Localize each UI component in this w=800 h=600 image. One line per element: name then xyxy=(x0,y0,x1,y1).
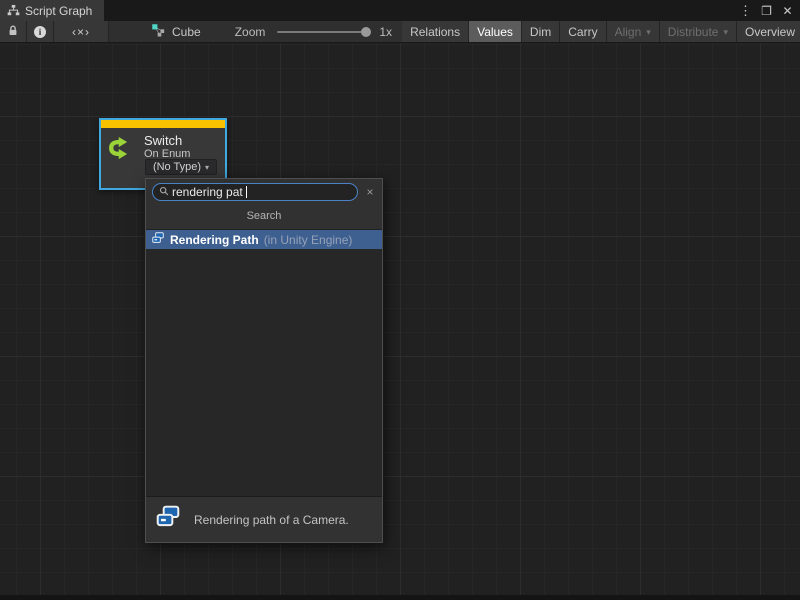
dim-label: Dim xyxy=(530,25,551,39)
search-icon xyxy=(159,183,169,201)
values-label: Values xyxy=(477,25,513,39)
graph-node-icon xyxy=(151,23,166,41)
graph-context: Cube xyxy=(141,21,211,42)
values-button[interactable]: Values xyxy=(469,21,522,42)
relations-label: Relations xyxy=(410,25,460,39)
search-result-row[interactable]: Rendering Path (in Unity Engine) xyxy=(146,230,382,249)
search-section-header: Search xyxy=(146,204,382,229)
graph-toolbar: i ‹×› Cube Zoom 1x xyxy=(0,21,800,43)
tab-script-graph[interactable]: Script Graph xyxy=(0,0,104,21)
lock-button[interactable] xyxy=(0,21,27,42)
zoom-slider-thumb[interactable] xyxy=(361,27,371,37)
search-query-text: rendering pat xyxy=(172,185,243,199)
result-name: Rendering Path xyxy=(170,233,259,247)
node-title: Switch xyxy=(144,133,190,148)
close-icon: × xyxy=(366,185,373,199)
window-maximize-button[interactable]: ❐ xyxy=(758,2,775,19)
code-preview-toggle-button[interactable]: ‹×› xyxy=(54,21,109,42)
result-detail-footer: Rendering path of a Camera. xyxy=(146,496,382,542)
relations-button[interactable]: Relations xyxy=(402,21,469,42)
overview-label: Overview xyxy=(745,25,795,39)
fuzzy-finder-popup: rendering pat × Search Rendering Path xyxy=(145,178,383,543)
popup-close-button[interactable]: × xyxy=(363,185,377,199)
window-menu-button[interactable]: ⋮ xyxy=(737,2,754,19)
node-type-label: (No Type) xyxy=(153,161,201,173)
zoom-value: 1x xyxy=(379,25,392,39)
zoom-label: Zoom xyxy=(235,25,266,39)
node-type-dropdown[interactable]: (No Type) ▾ xyxy=(145,159,217,175)
chevron-down-icon: ▾ xyxy=(723,27,728,38)
enum-type-icon-large xyxy=(155,504,181,535)
zoom-slider[interactable] xyxy=(277,31,369,33)
kebab-menu-icon: ⋮ xyxy=(739,3,752,19)
overview-button[interactable]: Overview xyxy=(737,21,800,42)
zoom-control: Zoom 1x xyxy=(225,21,402,42)
graph-hierarchy-icon xyxy=(7,4,20,17)
search-results-list[interactable]: Rendering Path (in Unity Engine) xyxy=(146,229,382,496)
node-header-bar xyxy=(101,120,225,128)
window-controls: ⋮ ❐ ✕ xyxy=(737,0,796,21)
result-description: Rendering path of a Camera. xyxy=(194,513,349,527)
dim-button[interactable]: Dim xyxy=(522,21,560,42)
carry-label: Carry xyxy=(568,25,597,39)
graph-name-label: Cube xyxy=(172,25,201,39)
graph-canvas[interactable]: Switch On Enum (No Type) ▾ xyxy=(0,43,800,595)
chevron-down-icon: ▾ xyxy=(205,163,209,172)
code-toggle-icon: ‹×› xyxy=(72,25,90,39)
align-button: Align ▾ xyxy=(607,21,660,42)
info-icon: i xyxy=(34,26,46,38)
tab-bar: Script Graph ⋮ ❐ ✕ xyxy=(0,0,800,21)
tab-title: Script Graph xyxy=(25,4,92,18)
distribute-label: Distribute xyxy=(668,25,719,39)
distribute-button: Distribute ▾ xyxy=(660,21,737,42)
maximize-icon: ❐ xyxy=(761,4,772,18)
lock-icon xyxy=(7,24,19,40)
switch-branch-icon xyxy=(107,133,137,163)
align-label: Align xyxy=(615,25,642,39)
window-bottom-edge xyxy=(0,595,800,600)
chevron-down-icon: ▾ xyxy=(646,27,651,38)
info-button[interactable]: i xyxy=(27,21,54,42)
search-input[interactable]: rendering pat xyxy=(152,183,358,201)
carry-button[interactable]: Carry xyxy=(560,21,606,42)
result-context: (in Unity Engine) xyxy=(264,233,353,247)
close-icon: ✕ xyxy=(782,4,792,18)
enum-type-icon xyxy=(151,231,165,248)
script-graph-window: Script Graph ⋮ ❐ ✕ i ‹×› xyxy=(0,0,800,600)
window-close-button[interactable]: ✕ xyxy=(779,2,796,19)
text-caret xyxy=(246,186,247,198)
